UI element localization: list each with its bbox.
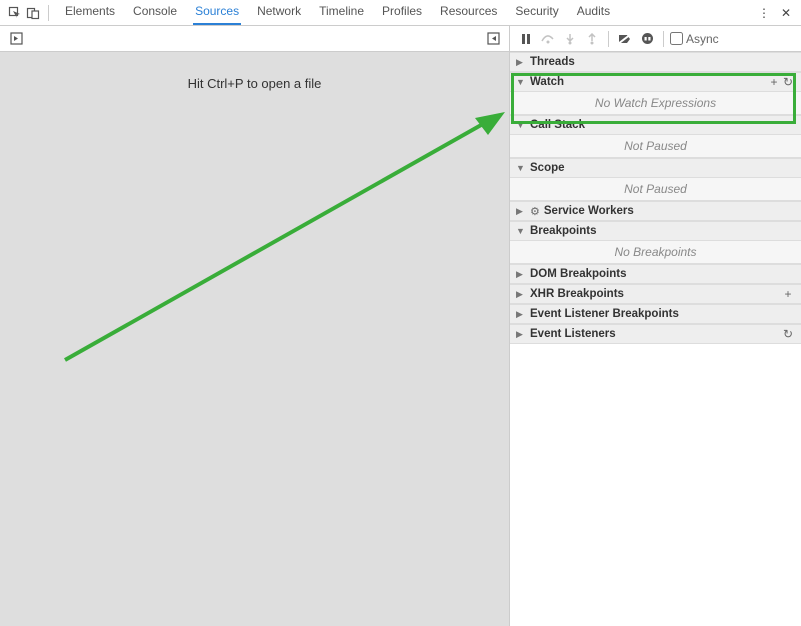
- main-toolbar: Elements Console Sources Network Timelin…: [0, 0, 801, 26]
- section-watch[interactable]: ▼ Watch + ↻: [510, 72, 801, 92]
- section-title: Threads: [530, 56, 795, 68]
- show-debugger-icon[interactable]: [483, 32, 503, 45]
- refresh-listeners-icon[interactable]: ↻: [781, 327, 795, 341]
- show-navigator-icon[interactable]: [6, 32, 26, 45]
- scope-body: Not Paused: [510, 178, 801, 201]
- tab-sources[interactable]: Sources: [193, 0, 241, 25]
- editor-message: Hit Ctrl+P to open a file: [0, 76, 509, 91]
- more-icon[interactable]: ⋮: [755, 6, 773, 20]
- collapse-icon: ▶: [516, 57, 524, 68]
- separator: [663, 31, 664, 47]
- close-icon[interactable]: ✕: [777, 6, 795, 20]
- breakpoints-body: No Breakpoints: [510, 241, 801, 264]
- deactivate-bp-icon[interactable]: [615, 33, 635, 45]
- inspect-icon[interactable]: [6, 6, 24, 20]
- tab-security[interactable]: Security: [513, 0, 560, 25]
- expand-icon: ▼: [516, 77, 524, 87]
- section-xhr-bp[interactable]: ▶ XHR Breakpoints +: [510, 284, 801, 304]
- section-title: DOM Breakpoints: [530, 268, 795, 280]
- collapse-icon: ▶: [516, 329, 524, 340]
- section-title: Call Stack: [530, 119, 795, 131]
- tab-elements[interactable]: Elements: [63, 0, 117, 25]
- expand-icon: ▼: [516, 226, 524, 236]
- separator: [608, 31, 609, 47]
- async-label: Async: [686, 32, 719, 46]
- section-title: Scope: [530, 162, 795, 174]
- step-out-icon: [582, 33, 602, 45]
- tab-audits[interactable]: Audits: [575, 0, 612, 25]
- collapse-icon: ▶: [516, 269, 524, 280]
- collapse-icon: ▶: [516, 289, 524, 300]
- async-checkbox[interactable]: [670, 32, 683, 45]
- expand-icon: ▼: [516, 120, 524, 130]
- collapse-icon: ▶: [516, 206, 524, 217]
- sub-toolbar: Async: [0, 26, 801, 52]
- step-over-icon: [538, 33, 558, 45]
- section-breakpoints[interactable]: ▼ Breakpoints: [510, 221, 801, 241]
- tab-console[interactable]: Console: [131, 0, 179, 25]
- async-toggle[interactable]: Async: [670, 32, 719, 46]
- refresh-watch-icon[interactable]: ↻: [781, 75, 795, 89]
- section-callstack[interactable]: ▼ Call Stack: [510, 115, 801, 135]
- tab-profiles[interactable]: Profiles: [380, 0, 424, 25]
- add-watch-icon[interactable]: +: [767, 75, 781, 89]
- tab-resources[interactable]: Resources: [438, 0, 499, 25]
- section-title: Event Listener Breakpoints: [530, 308, 795, 320]
- section-title: XHR Breakpoints: [530, 288, 781, 300]
- pause-icon[interactable]: [516, 33, 536, 45]
- main-area: Hit Ctrl+P to open a file ▶ Threads ▼ Wa…: [0, 52, 801, 626]
- tab-timeline[interactable]: Timeline: [317, 0, 366, 25]
- section-title: Breakpoints: [530, 225, 795, 237]
- section-title: Watch: [530, 76, 767, 88]
- subbar-left: [0, 26, 510, 51]
- watch-body: No Watch Expressions: [510, 92, 801, 115]
- pause-exceptions-icon[interactable]: [637, 32, 657, 45]
- add-xhr-bp-icon[interactable]: +: [781, 287, 795, 301]
- expand-icon: ▼: [516, 163, 524, 173]
- gear-icon: ⚙: [530, 205, 540, 218]
- step-into-icon: [560, 33, 580, 45]
- section-threads[interactable]: ▶ Threads: [510, 52, 801, 72]
- editor-area: Hit Ctrl+P to open a file: [0, 52, 510, 626]
- callstack-body: Not Paused: [510, 135, 801, 158]
- collapse-icon: ▶: [516, 309, 524, 320]
- tab-network[interactable]: Network: [255, 0, 303, 25]
- subbar-right: Async: [510, 26, 801, 51]
- section-title: Event Listeners: [530, 328, 781, 340]
- separator: [48, 5, 49, 21]
- section-dom-bp[interactable]: ▶ DOM Breakpoints: [510, 264, 801, 284]
- section-event-bp[interactable]: ▶ Event Listener Breakpoints: [510, 304, 801, 324]
- panel-tabs: Elements Console Sources Network Timelin…: [63, 0, 612, 25]
- side-panel: ▶ Threads ▼ Watch + ↻ No Watch Expressio…: [510, 52, 801, 626]
- section-service-workers[interactable]: ▶ ⚙ Service Workers: [510, 201, 801, 221]
- device-icon[interactable]: [24, 6, 42, 20]
- section-title: Service Workers: [544, 205, 795, 217]
- section-event-listeners[interactable]: ▶ Event Listeners ↻: [510, 324, 801, 344]
- section-scope[interactable]: ▼ Scope: [510, 158, 801, 178]
